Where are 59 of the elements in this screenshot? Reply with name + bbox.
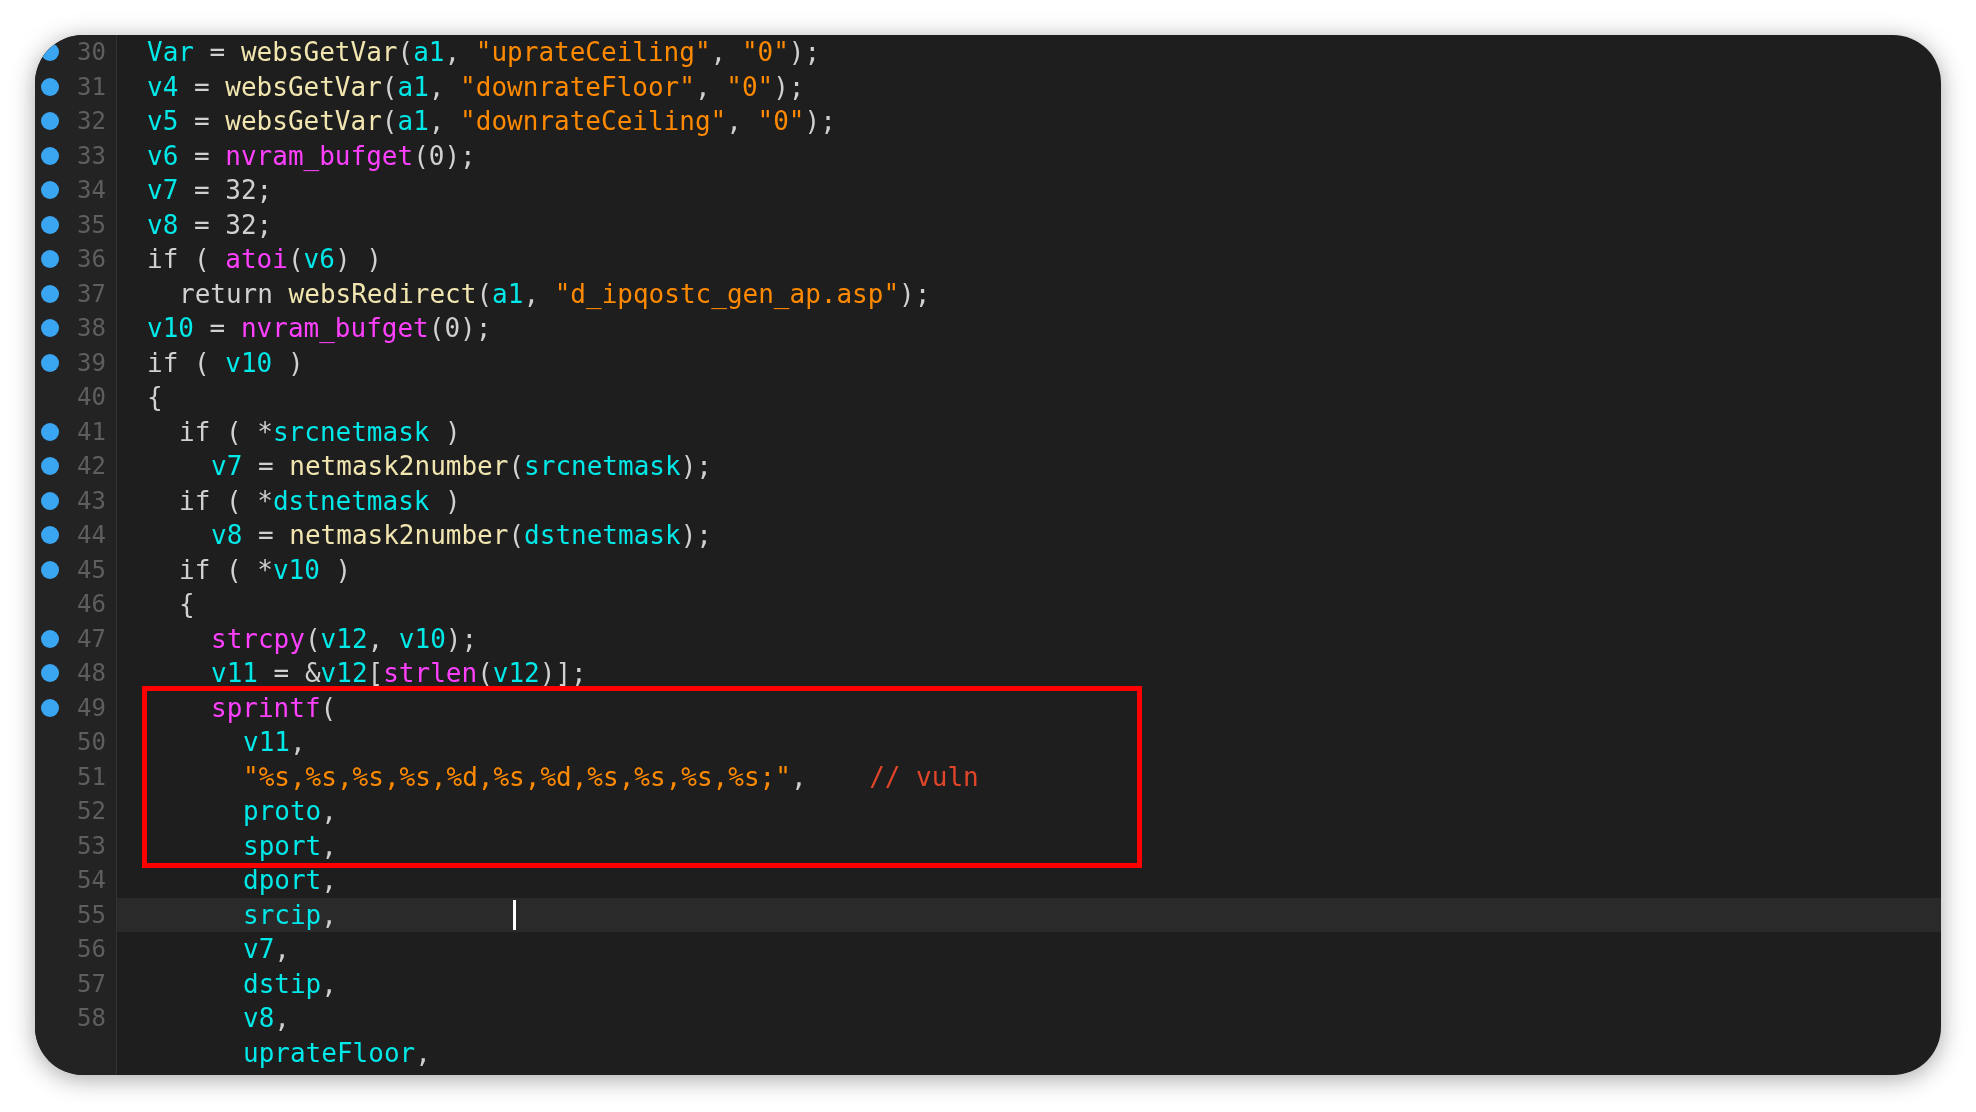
line-number: 39 xyxy=(77,350,106,375)
line-number: 42 xyxy=(77,454,106,479)
code-line: if ( v10 ) xyxy=(147,349,304,376)
code-line: v11 = &v12[strlen(v12)]; xyxy=(211,660,587,687)
line-number: 56 xyxy=(77,937,106,962)
line-number: 53 xyxy=(77,833,106,858)
code-line: uprateFloor, xyxy=(243,1039,431,1066)
line-number: 58 xyxy=(77,1006,106,1031)
code-line: if ( *v10 ) xyxy=(179,556,352,583)
line-number: 51 xyxy=(77,764,106,789)
line-number: 46 xyxy=(77,592,106,617)
code-line: v10 = nvram_bufget(0); xyxy=(147,315,492,342)
code-line: strcpy(v12, v10); xyxy=(211,625,478,652)
code-line: sport, xyxy=(243,832,337,859)
line-number: 54 xyxy=(77,868,106,893)
code-line: v11, xyxy=(243,729,306,756)
line-number: 55 xyxy=(77,902,106,927)
line-number: 49 xyxy=(77,695,106,720)
code-line: if ( atoi(v6) ) xyxy=(147,246,382,273)
line-number: 43 xyxy=(77,488,106,513)
line-number: 36 xyxy=(77,247,106,272)
line-number: 33 xyxy=(77,143,106,168)
code-line: v6 = nvram_bufget(0); xyxy=(147,142,476,169)
line-number: 37 xyxy=(77,281,106,306)
line-number: 32 xyxy=(77,109,106,134)
code-line: { xyxy=(179,591,195,618)
line-number: 31 xyxy=(77,74,106,99)
code-line: sprintf( xyxy=(211,694,337,721)
line-number: 41 xyxy=(77,419,106,444)
code-line: v7, xyxy=(243,936,290,963)
line-number: 44 xyxy=(77,523,106,548)
line-number: 34 xyxy=(77,178,106,203)
line-number: 52 xyxy=(77,799,106,824)
code-line: v7 = netmask2number(srcnetmask); xyxy=(211,453,712,480)
code-line: "%s,%s,%s,%s,%d,%s,%d,%s,%s,%s,%s;", // vuln xyxy=(243,763,979,790)
line-number: 47 xyxy=(77,626,106,651)
code-line: v7 = 32; xyxy=(147,177,273,204)
code-line: if ( *dstnetmask ) xyxy=(179,487,461,514)
code-line: return websRedirect(a1, "d_ipqostc_gen_ap.asp"); xyxy=(179,280,931,307)
line-number: 30 xyxy=(77,40,106,65)
code-line: { xyxy=(147,384,163,411)
line-number: 45 xyxy=(77,557,106,582)
code-line: v8 = netmask2number(dstnetmask); xyxy=(211,522,712,549)
code-line: dstip, xyxy=(243,970,337,997)
code-line: v5 = websGetVar(a1, "downrateCeiling", "0"); xyxy=(147,108,836,135)
line-number: 48 xyxy=(77,661,106,686)
code-line: v8 = 32; xyxy=(147,211,273,238)
line-number: 57 xyxy=(77,971,106,996)
code-line: proto, xyxy=(243,798,337,825)
line-number: 50 xyxy=(77,730,106,755)
line-number: 40 xyxy=(77,385,106,410)
code-line: dport, xyxy=(243,867,337,894)
code-line: Var = websGetVar(a1, "uprateCeiling", "0"); xyxy=(147,39,821,66)
line-number: 38 xyxy=(77,316,106,341)
code-line: v8, xyxy=(243,1005,290,1032)
code-line: srcip, xyxy=(243,901,337,928)
code-line: if ( *srcnetmask ) xyxy=(179,418,461,445)
code-line: v4 = websGetVar(a1, "downrateFloor", "0"); xyxy=(147,73,805,100)
line-number: 35 xyxy=(77,212,106,237)
